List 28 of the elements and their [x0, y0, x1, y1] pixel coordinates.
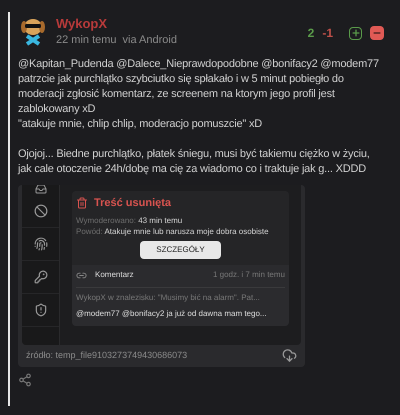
- cloud-download-icon[interactable]: [282, 348, 297, 363]
- post-time: 22 min temu: [56, 33, 117, 48]
- comment-label: Komentarz: [95, 269, 134, 281]
- post-text: Ojojoj... Biedne purchlątko, płatek śniegu, musi być takiemu ciężko w życiu, jak cale otoczenie 24h/dobę ma cię za wiadomo co i traktuje jak g... XDDD: [18, 146, 371, 176]
- comment-context: WykopX w znalezisku: "Musimy bić na alarm". Pat...: [76, 292, 261, 304]
- shield-alert-icon: [34, 302, 48, 316]
- downvote-button[interactable]: [370, 26, 384, 40]
- post-text: "atakuje mnie, chlip chlip, moderacjo pomuszcie" xD: [18, 116, 263, 132]
- fingerprint-icon: [34, 236, 48, 250]
- downvote-count: -1: [322, 25, 333, 42]
- plus-icon: [350, 28, 360, 38]
- key-icon: [34, 270, 48, 284]
- moderation-time: Wymoderowano: 43 min temu: [76, 215, 184, 227]
- upvote-button[interactable]: [349, 26, 362, 40]
- upvote-count: 2: [308, 25, 314, 42]
- ban-icon: [34, 204, 48, 218]
- trash-icon: [76, 196, 88, 209]
- dog-avatar-icon: [18, 16, 48, 46]
- inbox-icon: [34, 184, 46, 194]
- comment-text: @modem77 @bonifacy2 ja już od dawna mam tego...: [76, 308, 268, 320]
- removed-title: Treść usunięta: [94, 196, 172, 210]
- post-text: @Kapitan_Pudenda @Dalece_Nieprawdopodobne @bonifacy2 @modem77 patrzcie jak purchlątko szybciutko się spłakało i w 5 minut pobiegło do moderacji zgłosić komentarz, ze screenem na ktorym jego profil jest zablokowany xD: [18, 56, 380, 116]
- image-source: źródło: temp_file9103273749430686073: [26, 348, 188, 362]
- moderation-reason: Powód: Atakuje mnie lub narusza moje dobra osobiste: [76, 227, 270, 237]
- share-icon[interactable]: [18, 372, 32, 386]
- details-button[interactable]: SZCZEGÓŁY: [140, 241, 221, 259]
- post-source: via Android: [122, 33, 177, 48]
- comment-time: 1 godz. i 7 min temu: [212, 269, 285, 281]
